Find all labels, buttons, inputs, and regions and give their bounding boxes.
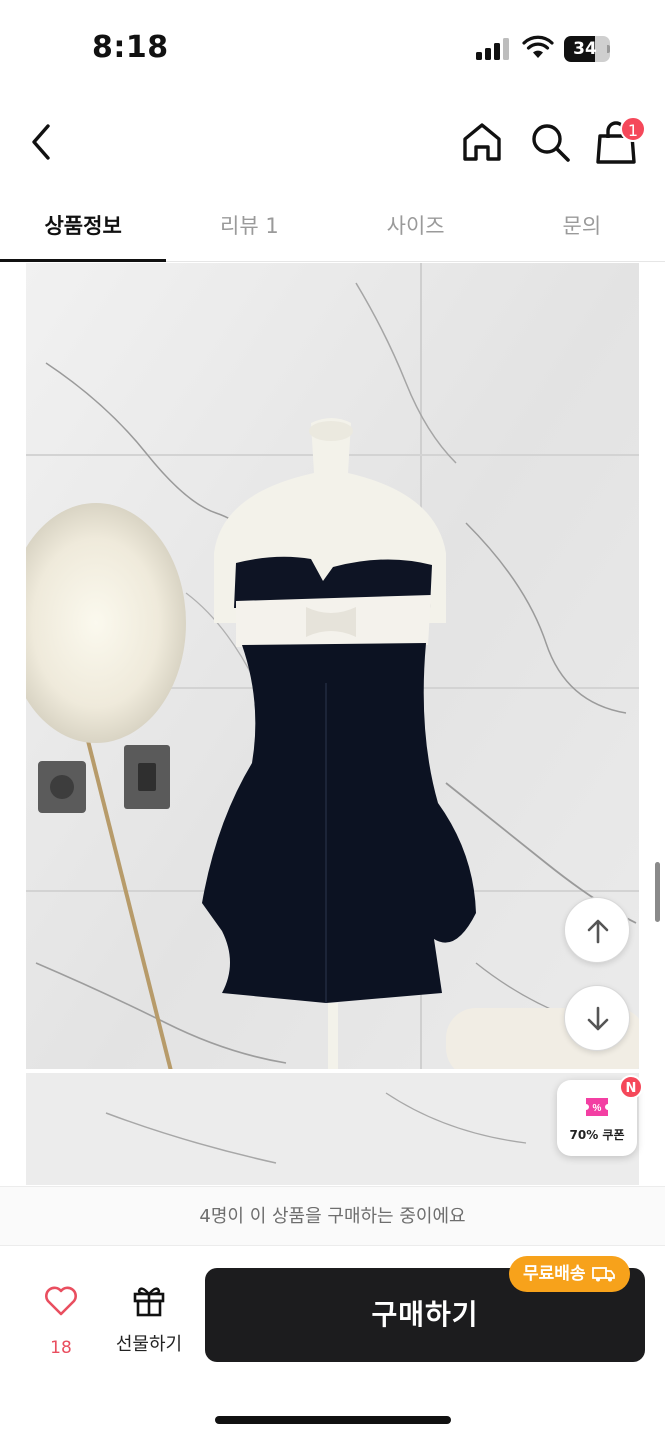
- truck-icon: [591, 1267, 615, 1282]
- arrow-down-icon: [587, 1006, 609, 1031]
- status-time: 8:18: [92, 30, 169, 65]
- cellular-signal-icon: [476, 38, 512, 60]
- product-photo-dress: [26, 263, 639, 1185]
- product-photo: [26, 263, 639, 1185]
- scroll-indicator[interactable]: [655, 862, 660, 922]
- tab-size[interactable]: 사이즈: [333, 190, 499, 261]
- product-tabs: 상품정보 리뷰 1 사이즈 문의: [0, 190, 665, 262]
- gift-label: 선물하기: [115, 1334, 183, 1355]
- purchase-notice: 4명이 이 상품을 구매하는 중이에요: [0, 1186, 665, 1246]
- top-nav-bar: 1: [0, 100, 665, 188]
- svg-text:%: %: [593, 1103, 602, 1114]
- home-icon: [463, 123, 501, 161]
- tab-inquiry[interactable]: 문의: [499, 190, 665, 261]
- free-shipping-label: 무료배송: [523, 1264, 586, 1284]
- wifi-icon: [522, 35, 554, 58]
- heart-icon: [45, 1286, 77, 1316]
- battery-icon: 34: [564, 36, 610, 62]
- arrow-up-icon: [587, 919, 609, 944]
- scroll-up-button[interactable]: [564, 897, 630, 963]
- coupon-label: 70% 쿠폰: [569, 1128, 625, 1142]
- search-icon: [532, 124, 570, 162]
- free-shipping-badge: 무료배송: [509, 1256, 630, 1292]
- cart-button[interactable]: 1: [592, 116, 648, 168]
- coupon-new-badge: N: [619, 1075, 643, 1099]
- tab-product-info[interactable]: 상품정보: [0, 190, 167, 262]
- gift-button[interactable]: 선물하기: [108, 1282, 190, 1356]
- battery-level: 34: [573, 39, 597, 59]
- cart-count-badge: 1: [620, 116, 646, 142]
- like-count: 18: [50, 1338, 72, 1358]
- back-button[interactable]: [22, 120, 62, 164]
- like-button[interactable]: 18: [30, 1286, 92, 1358]
- gift-icon: [133, 1287, 165, 1317]
- home-button[interactable]: [458, 118, 506, 166]
- scroll-down-button[interactable]: [564, 985, 630, 1051]
- tab-reviews[interactable]: 리뷰 1: [166, 190, 332, 261]
- chevron-left-icon: [32, 124, 50, 160]
- coupon-icon: %: [586, 1098, 608, 1116]
- status-bar: 8:18 34: [0, 0, 665, 100]
- search-button[interactable]: [526, 118, 574, 166]
- bottom-action-bar: 18 선물하기 구매하기 무료배송: [0, 1246, 665, 1440]
- home-indicator[interactable]: [215, 1416, 451, 1424]
